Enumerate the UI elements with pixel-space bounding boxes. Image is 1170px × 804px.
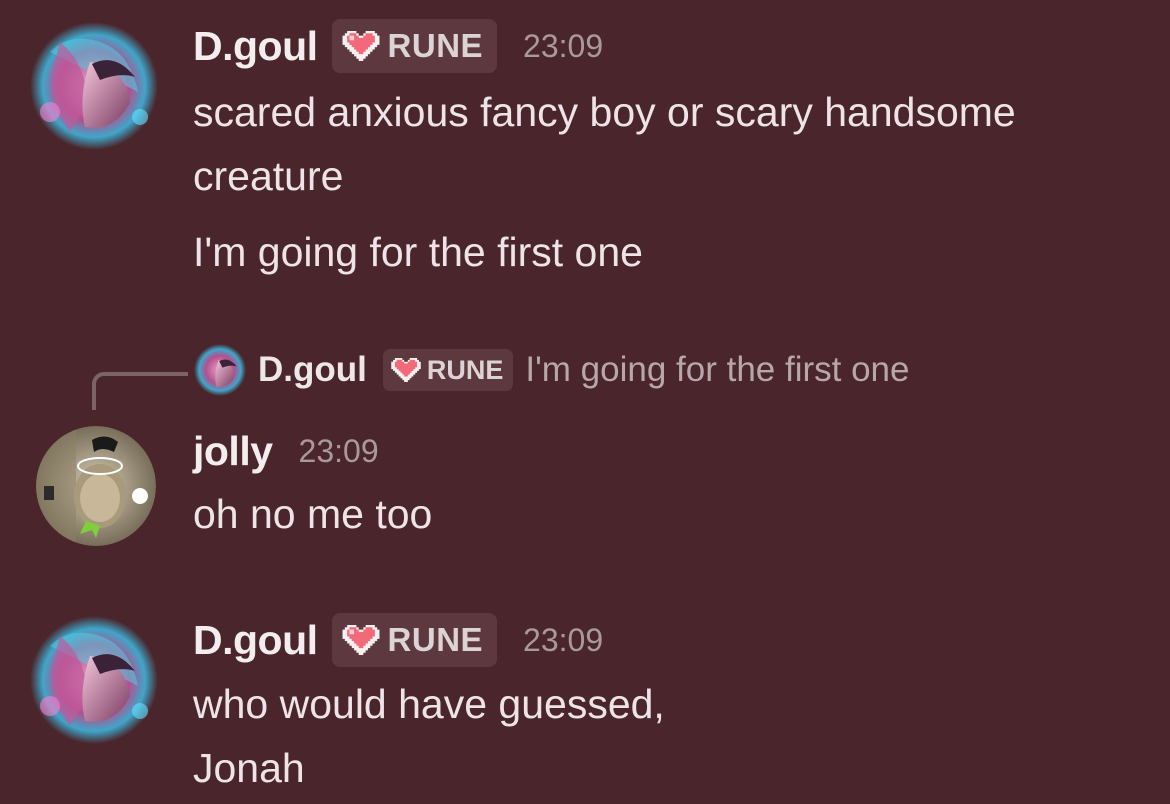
message-line: Jonah (193, 745, 305, 791)
reply-spine (92, 372, 188, 410)
dgoul-avatar[interactable] (30, 22, 158, 150)
dgoul-avatar[interactable] (30, 616, 158, 744)
role-tag-label: RUNE (387, 27, 484, 64)
role-tag-label: RUNE (387, 621, 484, 658)
reply-username[interactable]: D.goul (258, 350, 367, 390)
message-text: who would have guessed, Jonah (193, 672, 665, 800)
message-text: I'm going for the first one (193, 220, 643, 284)
message-text: scared anxious fancy boy or scary handso… (193, 80, 1016, 208)
pixel-heart-icon (342, 31, 379, 61)
pixel-heart-icon (342, 625, 379, 655)
role-tag[interactable]: RUNE (331, 613, 498, 667)
username[interactable]: D.goul (193, 617, 318, 664)
username[interactable]: D.goul (193, 23, 318, 70)
message-header: D.goul RUNE 23:09 (193, 612, 603, 668)
role-tag[interactable]: RUNE (331, 19, 498, 73)
message-text: oh no me too (193, 482, 432, 546)
message-group-2: jolly 23:09 oh no me too (0, 410, 1170, 560)
message-line: oh no me too (193, 491, 433, 537)
timestamp[interactable]: 23:09 (299, 433, 379, 470)
reply-avatar (194, 344, 246, 396)
message-header: D.goul RUNE 23:09 (193, 18, 603, 74)
message-line: scared anxious fancy boy or scary handso… (193, 89, 1016, 135)
message-group-1: D.goul RUNE 23:09 scared anxious fancy b… (0, 0, 1170, 300)
reply-preview-text[interactable]: I'm going for the first one (525, 350, 909, 390)
reply-reference[interactable]: D.goul RUNE I'm going for the first one (194, 344, 910, 396)
message-header: jolly 23:09 (193, 423, 379, 479)
message-line: I'm going for the first one (193, 229, 643, 275)
timestamp[interactable]: 23:09 (523, 28, 603, 65)
pixel-heart-icon (391, 358, 421, 382)
timestamp[interactable]: 23:09 (523, 622, 603, 659)
message-line: who would have guessed, (193, 681, 665, 727)
message-line: creature (193, 153, 344, 199)
username[interactable]: jolly (193, 428, 273, 475)
reply-role-tag[interactable]: RUNE (382, 349, 514, 391)
reply-role-tag-label: RUNE (426, 354, 504, 385)
jolly-avatar[interactable] (36, 426, 156, 546)
message-group-3: D.goul RUNE 23:09 who would have guessed… (0, 596, 1170, 804)
